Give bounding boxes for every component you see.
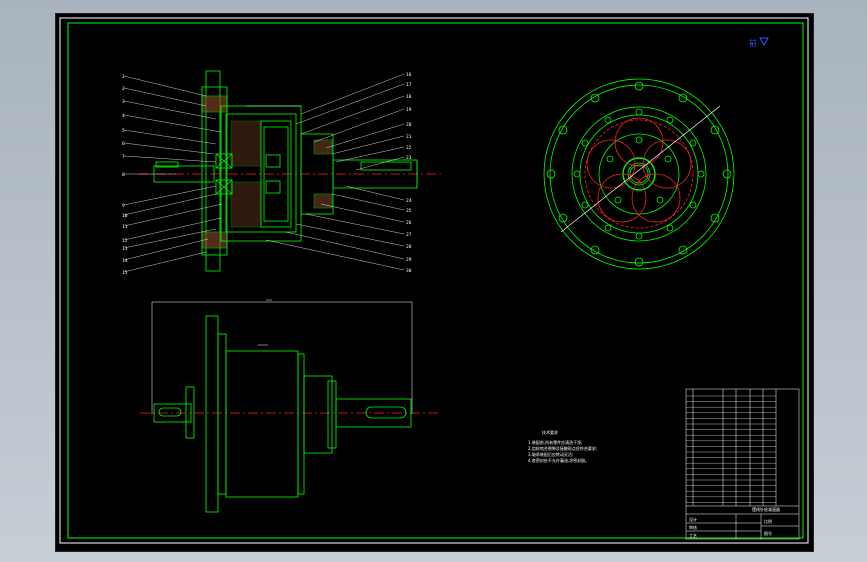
item-number: 7 xyxy=(122,154,125,160)
item-number: 18 xyxy=(406,94,412,100)
item-number: 25 xyxy=(406,208,412,214)
tb-label: 审核 xyxy=(689,524,697,530)
item-number: 28 xyxy=(406,244,412,250)
technical-notes: 技术要求 1.装配前,所有零件应清洗干净; 2.齿轮啮合侧隙及接触斑点应符合要求… xyxy=(528,429,597,463)
tb-label: 工艺 xyxy=(689,533,697,538)
item-number: 10 xyxy=(122,213,128,219)
drawing-canvas: 前 1 2 3 4 5 6 7 8 9 10 11 12 13 14 15 16… xyxy=(59,17,809,544)
item-number: 1 xyxy=(122,74,125,80)
item-number: 26 xyxy=(406,220,412,226)
item-number: 30 xyxy=(406,268,412,274)
item-number: 23 xyxy=(406,155,412,161)
item-number: 6 xyxy=(122,141,125,147)
item-number: 17 xyxy=(406,82,412,88)
notes-line: 1.装配前,所有零件应清洗干净; xyxy=(528,439,582,445)
item-number: 16 xyxy=(406,72,412,78)
cad-viewport[interactable]: 前 1 2 3 4 5 6 7 8 9 10 11 12 13 14 15 16… xyxy=(55,13,814,552)
notes-line: 2.齿轮啮合侧隙及接触斑点应符合要求; xyxy=(528,445,597,451)
view-cube-icon[interactable]: 前 xyxy=(749,37,769,48)
item-number: 14 xyxy=(122,258,128,264)
item-number: 24 xyxy=(406,198,412,204)
item-number: 2 xyxy=(122,86,125,92)
item-number: 13 xyxy=(122,246,128,252)
tb-label: 比例 xyxy=(764,518,772,524)
sheet-border xyxy=(59,17,809,544)
item-number: 27 xyxy=(406,232,412,238)
left-item-numbers: 1 2 3 4 5 6 7 8 9 10 11 12 13 14 15 xyxy=(122,74,128,276)
parts-list-rows xyxy=(686,395,776,503)
tb-label: 图号 xyxy=(764,530,772,536)
item-number: 20 xyxy=(406,122,412,128)
right-item-numbers: 16 17 18 19 20 21 22 23 24 25 26 27 28 2… xyxy=(406,72,412,274)
item-number: 5 xyxy=(122,128,125,134)
item-number: 19 xyxy=(406,107,412,113)
item-number: 11 xyxy=(122,224,128,230)
tb-label: 设计 xyxy=(689,516,697,522)
item-number: 22 xyxy=(406,145,412,151)
item-number: 21 xyxy=(406,134,412,140)
end-view xyxy=(543,78,735,270)
item-number: 9 xyxy=(122,203,125,209)
title-block-text: 摆线针轮减速器 设计 审核 工艺 比例 图号 xyxy=(689,506,780,538)
item-number: 15 xyxy=(122,270,128,276)
viewcube-label: 前 xyxy=(749,38,757,48)
item-number: 8 xyxy=(122,172,125,178)
drawing-name: 摆线针轮减速器 xyxy=(752,506,780,512)
notes-line: 4.各密封处不允许漏油,涂密封胶。 xyxy=(528,457,589,463)
item-number: 12 xyxy=(122,238,128,244)
side-view xyxy=(140,299,441,513)
item-number: 3 xyxy=(122,99,125,105)
item-number: 4 xyxy=(122,113,125,119)
notes-title: 技术要求 xyxy=(542,429,558,435)
item-number: 29 xyxy=(406,257,412,263)
parts-list-table xyxy=(685,388,800,540)
notes-line: 3.轴承装配后应转动灵活; xyxy=(528,451,573,457)
